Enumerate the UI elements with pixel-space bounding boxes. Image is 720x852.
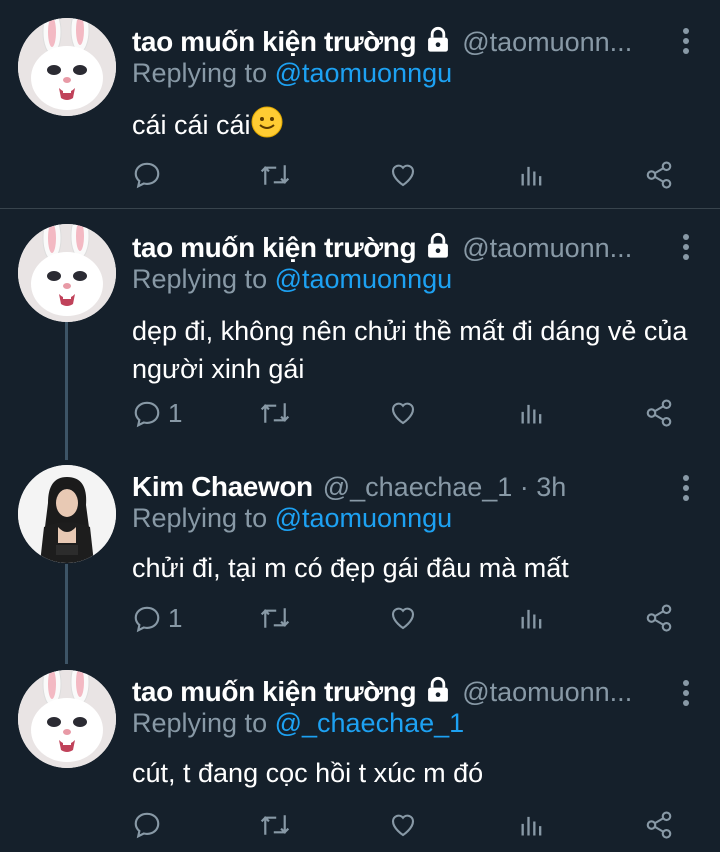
more-icon[interactable] — [682, 234, 690, 264]
analytics-button[interactable] — [518, 160, 546, 190]
share-icon — [646, 604, 672, 632]
analytics-button[interactable] — [518, 603, 546, 633]
replying-to: Replying to @_chaechae_1 — [132, 708, 465, 738]
reply-button[interactable] — [132, 160, 168, 190]
user-handle[interactable]: @taomuonn... — [462, 27, 632, 58]
user-handle[interactable]: @taomuonn... — [462, 677, 632, 708]
replying-to: Replying to @taomuonngu — [132, 264, 453, 294]
display-name[interactable]: tao muốn kiện trường — [132, 676, 417, 708]
mention-link[interactable]: @taomuonngu — [275, 264, 453, 294]
like-icon — [391, 814, 415, 837]
tweet-1[interactable]: tao muốn kiện trường @taomuonn... Replyi… — [0, 18, 720, 208]
tweet-actions — [132, 810, 692, 850]
reply-icon — [134, 606, 160, 632]
retweet-icon — [260, 403, 290, 423]
user-handle[interactable]: @_chaechae_1 · 3h — [323, 472, 567, 503]
analytics-icon — [521, 816, 542, 836]
retweet-icon — [260, 165, 290, 185]
share-button[interactable] — [644, 160, 674, 190]
tweet-4[interactable]: tao muốn kiện trường @taomuonn... Replyi… — [0, 670, 720, 852]
like-button[interactable] — [388, 398, 418, 428]
more-icon[interactable] — [682, 28, 690, 58]
share-button[interactable] — [644, 810, 674, 840]
reply-button[interactable]: 1 — [132, 398, 182, 429]
reply-icon — [134, 812, 160, 839]
avatar-bunny[interactable] — [18, 18, 116, 116]
display-name[interactable]: Kim Chaewon — [132, 471, 313, 503]
reply-count: 1 — [168, 398, 183, 428]
reply-count: 1 — [168, 603, 183, 633]
tweet-actions — [132, 160, 692, 200]
share-icon — [646, 811, 672, 839]
like-button[interactable] — [388, 160, 418, 190]
share-icon — [646, 161, 672, 189]
like-icon — [391, 402, 415, 425]
more-icon[interactable] — [682, 680, 690, 710]
like-button[interactable] — [388, 603, 418, 633]
more-icon[interactable] — [682, 475, 690, 505]
lock-icon — [424, 676, 452, 709]
share-button[interactable] — [644, 603, 674, 633]
replying-to: Replying to @taomuonngu — [132, 58, 453, 88]
avatar-bunny[interactable] — [18, 670, 116, 768]
retweet-button[interactable] — [258, 603, 292, 633]
analytics-icon — [521, 609, 542, 629]
divider — [0, 208, 720, 209]
share-icon — [646, 399, 672, 427]
retweet-button[interactable] — [258, 810, 292, 840]
tweet-actions: 1 — [132, 398, 692, 438]
retweet-icon — [260, 608, 290, 628]
retweet-button[interactable] — [258, 160, 292, 190]
user-handle[interactable]: @taomuonn... — [462, 233, 632, 264]
lock-icon — [424, 26, 452, 59]
display-name[interactable]: tao muốn kiện trường — [132, 232, 417, 264]
retweet-icon — [260, 815, 290, 835]
tweet-text: dẹp đi, không nên chửi thề mất đi dáng v… — [132, 316, 688, 384]
tweet-text: chửi đi, tại m có đẹp gái đâu mà mất — [132, 553, 569, 583]
reply-button[interactable]: 1 — [132, 603, 182, 634]
replying-to: Replying to @taomuonngu — [132, 503, 453, 533]
display-name[interactable]: tao muốn kiện trường — [132, 26, 417, 58]
like-icon — [391, 164, 415, 187]
avatar-bunny[interactable] — [18, 224, 116, 322]
like-icon — [391, 607, 415, 630]
analytics-button[interactable] — [518, 810, 546, 840]
reply-button[interactable] — [132, 810, 168, 840]
reply-icon — [134, 401, 160, 427]
analytics-icon — [521, 166, 542, 186]
share-button[interactable] — [644, 398, 674, 428]
tweet-text: cái cái cái — [132, 106, 690, 148]
avatar-kim-chaewon[interactable] — [18, 465, 116, 563]
mention-link[interactable]: @taomuonngu — [275, 58, 453, 88]
lock-icon — [424, 232, 452, 265]
analytics-icon — [521, 404, 542, 424]
mention-link[interactable]: @taomuonngu — [275, 503, 453, 533]
analytics-button[interactable] — [518, 398, 546, 428]
retweet-button[interactable] — [258, 398, 292, 428]
reply-icon — [134, 162, 160, 189]
tweet-text: cút, t đang cọc hồi t xúc m đó — [132, 758, 484, 788]
like-button[interactable] — [388, 810, 418, 840]
tweet-actions: 1 — [132, 603, 692, 643]
tweet-2[interactable]: tao muốn kiện trường @taomuonn... Replyi… — [0, 224, 720, 444]
tweet-3[interactable]: Kim Chaewon @_chaechae_1 · 3h Replying t… — [0, 465, 720, 645]
mention-link[interactable]: @_chaechae_1 — [275, 708, 465, 738]
smile-emoji — [251, 106, 283, 148]
